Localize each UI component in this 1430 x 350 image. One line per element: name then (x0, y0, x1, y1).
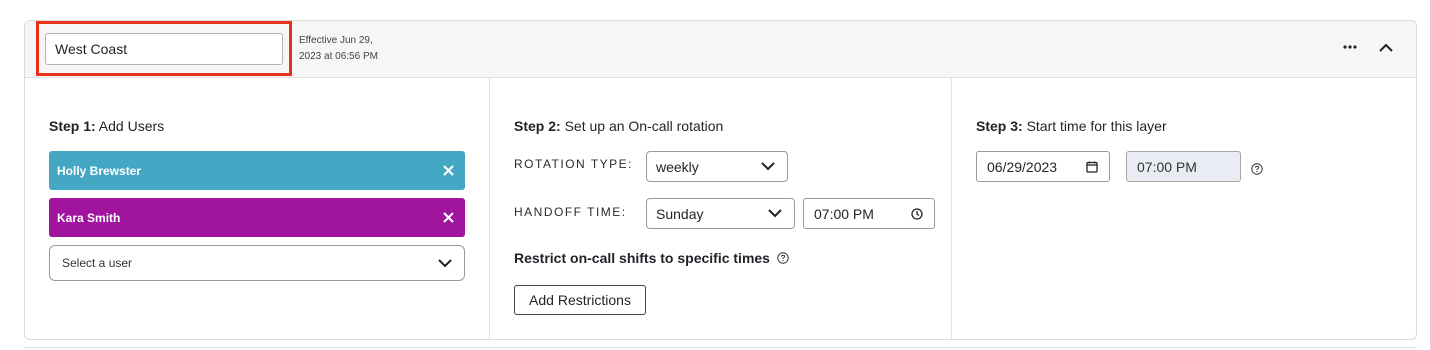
step-1-title-bold: Step 1: (49, 118, 96, 134)
close-icon[interactable] (439, 208, 457, 226)
start-time-value: 07:00 PM (1137, 158, 1197, 175)
rotation-type-value: weekly (656, 158, 699, 175)
next-layer-divider (24, 347, 1417, 348)
user-chip: Holly Brewster (49, 151, 465, 190)
handoff-day-select[interactable]: Sunday (646, 198, 795, 229)
step-3-title-text: Start time for this layer (1022, 118, 1167, 134)
help-circle-icon[interactable] (1250, 162, 1264, 176)
help-circle-icon[interactable] (776, 251, 790, 265)
start-date-value: 06/29/2023 (987, 158, 1058, 175)
layer-name-input[interactable] (45, 33, 283, 65)
more-horizontal-icon[interactable] (1340, 37, 1360, 57)
steps-row: Step 1: Add Users Holly Brewster Kara Sm… (25, 78, 1416, 339)
add-restrictions-button[interactable]: Add Restrictions (514, 285, 646, 315)
start-date-input[interactable]: 06/29/2023 (976, 151, 1110, 182)
step-2-title: Step 2: Set up an On-call rotation (514, 118, 723, 134)
user-chip-name: Holly Brewster (57, 163, 142, 178)
restrict-shifts-label: Restrict on-call shifts to specific time… (514, 250, 790, 266)
effective-line-2: 2023 at 06:56 PM (299, 51, 378, 62)
close-icon[interactable] (439, 161, 457, 179)
chevron-up-icon[interactable] (1376, 37, 1396, 57)
start-time-input: 07:00 PM (1126, 151, 1241, 182)
step-3-title-bold: Step 3: (976, 118, 1023, 134)
user-chip: Kara Smith (49, 198, 465, 237)
user-select[interactable]: Select a user (49, 245, 465, 281)
effective-line-1: Effective Jun 29, (299, 35, 373, 46)
chevron-down-icon (438, 258, 452, 268)
handoff-time-label: HANDOFF TIME: (514, 205, 627, 219)
chevron-down-icon (761, 162, 775, 172)
user-select-placeholder: Select a user (62, 256, 133, 270)
chevron-down-icon (768, 209, 782, 219)
step-3-title: Step 3: Start time for this layer (976, 118, 1167, 134)
schedule-layer-card: Effective Jun 29, 2023 at 06:56 PM Step … (24, 20, 1417, 340)
handoff-day-value: Sunday (656, 205, 704, 222)
step-1-title-text: Add Users (95, 118, 165, 134)
effective-date: Effective Jun 29, 2023 at 06:56 PM (299, 33, 378, 65)
step-3-column: Step 3: Start time for this layer 06/29/… (952, 78, 1416, 339)
user-chip-name: Kara Smith (57, 210, 121, 225)
step-2-column: Step 2: Set up an On-call rotation ROTAT… (490, 78, 952, 339)
step-2-title-text: Set up an On-call rotation (560, 118, 724, 134)
restrict-shifts-text: Restrict on-call shifts to specific time… (514, 250, 770, 266)
step-1-column: Step 1: Add Users Holly Brewster Kara Sm… (25, 78, 490, 339)
layer-header: Effective Jun 29, 2023 at 06:56 PM (25, 21, 1416, 78)
handoff-time-value: 07:00 PM (814, 205, 874, 222)
rotation-type-label: ROTATION TYPE: (514, 157, 634, 171)
calendar-icon[interactable] (1085, 160, 1099, 174)
rotation-type-select[interactable]: weekly (646, 151, 788, 182)
handoff-time-input[interactable]: 07:00 PM (803, 198, 935, 229)
clock-icon[interactable] (910, 207, 924, 221)
step-2-title-bold: Step 2: (514, 118, 561, 134)
step-1-title: Step 1: Add Users (49, 118, 164, 134)
header-actions (1340, 37, 1396, 57)
